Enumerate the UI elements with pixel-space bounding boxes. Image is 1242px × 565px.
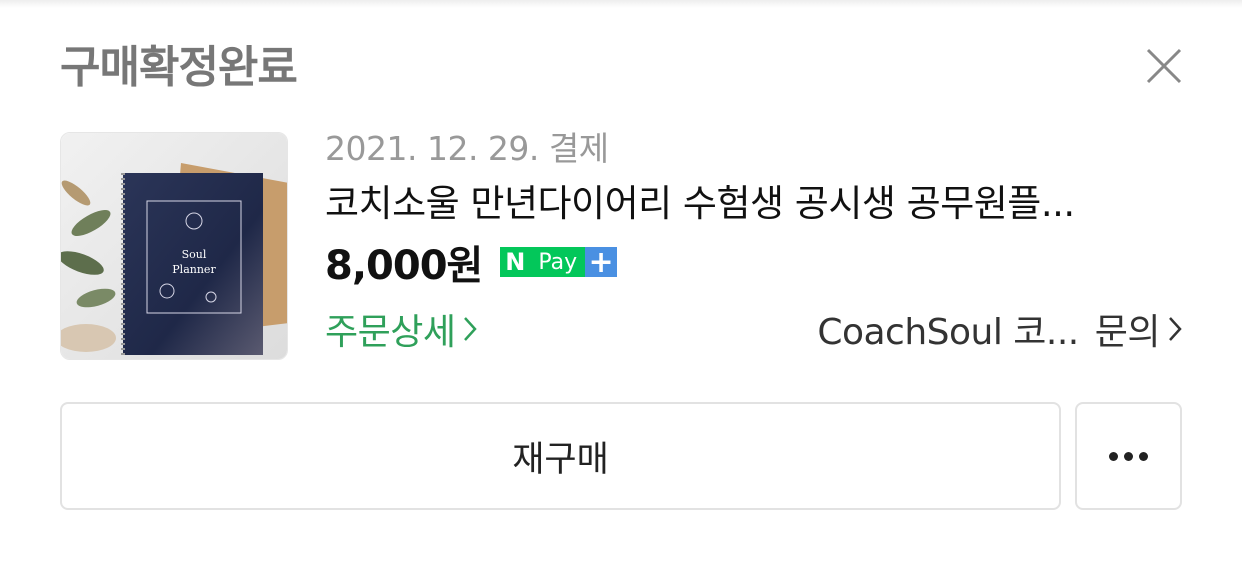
seller-name[interactable]: CoachSoul 코... xyxy=(817,303,1079,355)
close-icon[interactable] xyxy=(1144,46,1184,86)
top-divider xyxy=(0,0,1242,8)
order-status-title: 구매확정완료 xyxy=(60,42,298,93)
chevron-right-icon xyxy=(464,317,478,341)
order-info: 2021. 12. 29. 결제 코치소울 만년다이어리 수험생 공시생 공무원… xyxy=(325,125,1185,355)
npay-label: Pay xyxy=(530,247,586,277)
cover-text-line2: Planner xyxy=(172,263,216,276)
more-options-button[interactable] xyxy=(1075,402,1182,510)
payment-date: 2021. 12. 29. 결제 xyxy=(325,129,609,168)
plus-icon: + xyxy=(585,245,618,280)
product-thumbnail[interactable]: Soul Planner xyxy=(60,132,288,360)
price-row: 8,000원 N Pay + xyxy=(325,233,1185,291)
inquiry-link[interactable]: 문의 xyxy=(1095,303,1161,355)
order-detail-link[interactable]: 주문상세 xyxy=(325,303,478,355)
links-row: 주문상세 CoachSoul 코... 문의 xyxy=(325,303,1182,355)
product-title[interactable]: 코치소울 만년다이어리 수험생 공시생 공무원플... xyxy=(325,177,1165,231)
rebuy-button[interactable]: 재구매 xyxy=(60,402,1061,510)
npay-plus-badge: N Pay + xyxy=(500,245,618,280)
chevron-right-icon[interactable] xyxy=(1168,316,1182,342)
planner-image: Soul Planner xyxy=(61,133,287,359)
more-horizontal-icon xyxy=(1106,451,1151,461)
seller-area: CoachSoul 코... 문의 xyxy=(817,303,1182,355)
cover-text-line1: Soul xyxy=(182,248,207,261)
product-price: 8,000원 xyxy=(325,243,483,289)
order-detail-label: 주문상세 xyxy=(325,312,456,353)
npay-n-icon: N xyxy=(500,247,531,277)
